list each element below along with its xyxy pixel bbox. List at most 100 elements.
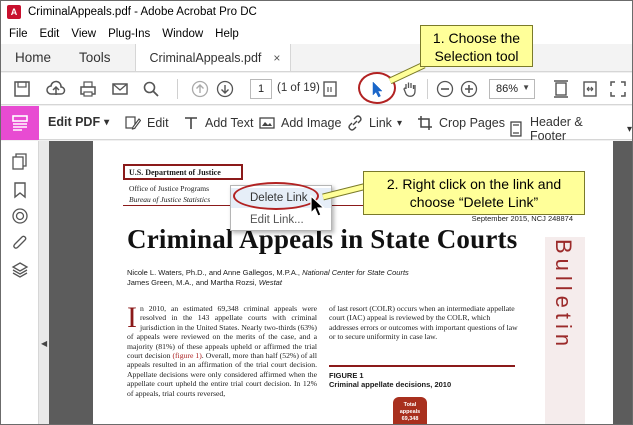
header-footer-icon [510,121,522,137]
add-image-button[interactable]: Add Image [259,115,341,131]
zoom-value: 86% [496,83,519,95]
zoom-out-icon[interactable] [434,79,456,99]
window-title: CriminalAppeals.pdf - Adobe Acrobat Pro … [28,6,257,18]
callout-step-1: 1. Choose the Selection tool [420,25,533,67]
layers-target-icon[interactable] [11,207,29,225]
pages-icon[interactable] [11,153,29,171]
delete-link-highlight-ring [233,182,319,210]
authors-line2: James Green, M.A., and Martha Rozsi, [127,278,259,287]
figure-rule [329,365,515,367]
edit-button[interactable]: Edit [125,115,169,131]
toolbar-divider [427,79,428,99]
chevron-down-icon: ▼ [522,83,530,92]
office-label: Office of Justice Programs [129,184,210,193]
authors-line2-affiliation: Westat [258,278,282,287]
bureau-label: Bureau of Justice Statistics [129,195,211,204]
tab-document[interactable]: CriminalAppeals.pdf × [134,44,292,71]
fit-width-icon[interactable] [579,79,601,99]
collapse-arrow-icon[interactable]: ◀ [41,339,47,348]
edit-pdf-toolbar: Edit PDF ▾ Edit Add Text Add Image Link … [1,106,632,143]
email-icon[interactable] [109,79,131,99]
attachment-icon[interactable] [11,234,29,252]
sidebar-collapse-handle[interactable] [39,141,49,424]
figure-bubble-label: Total appeals [399,402,421,415]
title-bar: A CriminalAppeals.pdf - Adobe Acrobat Pr… [1,1,632,23]
page-thumbnail-icon[interactable] [319,79,341,99]
callout-step-2-line-1: 2. Right click on the link and [386,176,562,192]
chevron-down-icon: ▾ [104,116,110,128]
save-icon[interactable] [11,79,33,99]
link-dropdown[interactable]: Link ▾ [347,115,402,131]
layers-icon[interactable] [11,261,29,279]
zoom-select[interactable]: 86% ▼ [489,79,535,99]
tab-row: Home Tools CriminalAppeals.pdf × [1,44,632,72]
selection-tool-highlight-ring [358,72,396,104]
tab-document-label: CriminalAppeals.pdf [149,50,262,65]
edit-label: Edit [147,116,169,130]
bookmark-icon[interactable] [11,181,29,199]
figure-total-bubble: Total appeals 69,348 [393,397,427,424]
drop-cap: I [127,301,137,334]
edit-pdf-mode-icon[interactable] [1,106,39,140]
image-icon [259,117,275,129]
add-text-label: Add Text [205,116,254,130]
page-number-input[interactable]: 1 [250,79,272,99]
callout-step-1-line-2: Selection tool [434,48,519,64]
next-page-icon[interactable] [214,79,236,99]
add-image-label: Add Image [281,116,342,130]
callout-step-2: 2. Right click on the link and choose “D… [363,171,585,215]
prev-page-icon[interactable] [189,79,211,99]
acrobat-window: A CriminalAppeals.pdf - Adobe Acrobat Pr… [0,0,633,425]
body-column-right: of last resort (COLR) occurs when an int… [329,304,518,342]
authors: Nicole L. Waters, Ph.D., and Anne Galleg… [127,268,409,288]
bulletin-label: Bulletin [551,239,576,352]
figure-caption: FIGURE 1 Criminal appellate decisions, 2… [329,371,451,389]
body-column-left: In 2010, an estimated 69,348 criminal ap… [127,301,317,398]
main-toolbar: 1 (1 of 19) 86% ▼ [1,73,632,105]
doj-label: U.S. Department of Justice [123,164,243,180]
header-footer-dropdown[interactable]: Header & Footer ▾ [508,115,632,143]
crop-icon [418,116,432,130]
tab-home[interactable]: Home [1,44,65,71]
navigation-sidebar [1,141,39,424]
fit-page-icon[interactable] [550,79,572,99]
crop-pages-label: Crop Pages [439,116,506,130]
cloud-upload-icon[interactable] [45,79,67,99]
acrobat-logo-icon: A [7,5,21,19]
callout-step-1-line-1: 1. Choose the [432,30,521,46]
tab-tools[interactable]: Tools [65,44,125,71]
edit-text-icon [125,116,141,130]
menu-file[interactable]: File [3,28,34,40]
authors-line1-affiliation: National Center for State Courts [302,268,409,277]
figure-bubble-value: 69,348 [401,416,419,422]
link-icon [348,115,362,131]
edit-pdf-label: Edit PDF [48,115,101,129]
print-icon[interactable] [77,79,99,99]
menu-bar: File Edit View Plug-Ins Window Help [1,23,632,44]
search-icon[interactable] [140,79,162,99]
figure-label: FIGURE 1 [329,371,364,380]
dateline: September 2015, NCJ 248874 [471,214,573,223]
page-count: (1 of 19) [277,82,320,94]
chevron-down-icon: ▾ [626,123,632,135]
hand-tool-icon[interactable] [399,79,421,99]
zoom-in-icon[interactable] [458,79,480,99]
link-label: Link [369,116,392,130]
expand-icon[interactable] [607,79,629,99]
close-icon[interactable]: × [273,51,280,65]
figure-link[interactable]: (figure 1) [172,351,201,360]
menu-help[interactable]: Help [209,28,245,40]
menu-window[interactable]: Window [156,28,209,40]
menu-view[interactable]: View [65,28,102,40]
text-t-icon [185,117,197,129]
menu-plug-ins[interactable]: Plug-Ins [102,28,156,40]
chevron-down-icon: ▾ [396,117,402,129]
figure-title: Criminal appellate decisions, 2010 [329,380,452,389]
header-footer-label: Header & Footer [529,115,583,143]
crop-pages-button[interactable]: Crop Pages [417,115,505,131]
menu-edit[interactable]: Edit [34,28,66,40]
add-text-button[interactable]: Add Text [183,115,253,131]
edit-pdf-dropdown[interactable]: Edit PDF ▾ [48,115,109,129]
mouse-cursor-icon [310,195,326,217]
authors-line1: Nicole L. Waters, Ph.D., and Anne Galleg… [127,268,303,277]
